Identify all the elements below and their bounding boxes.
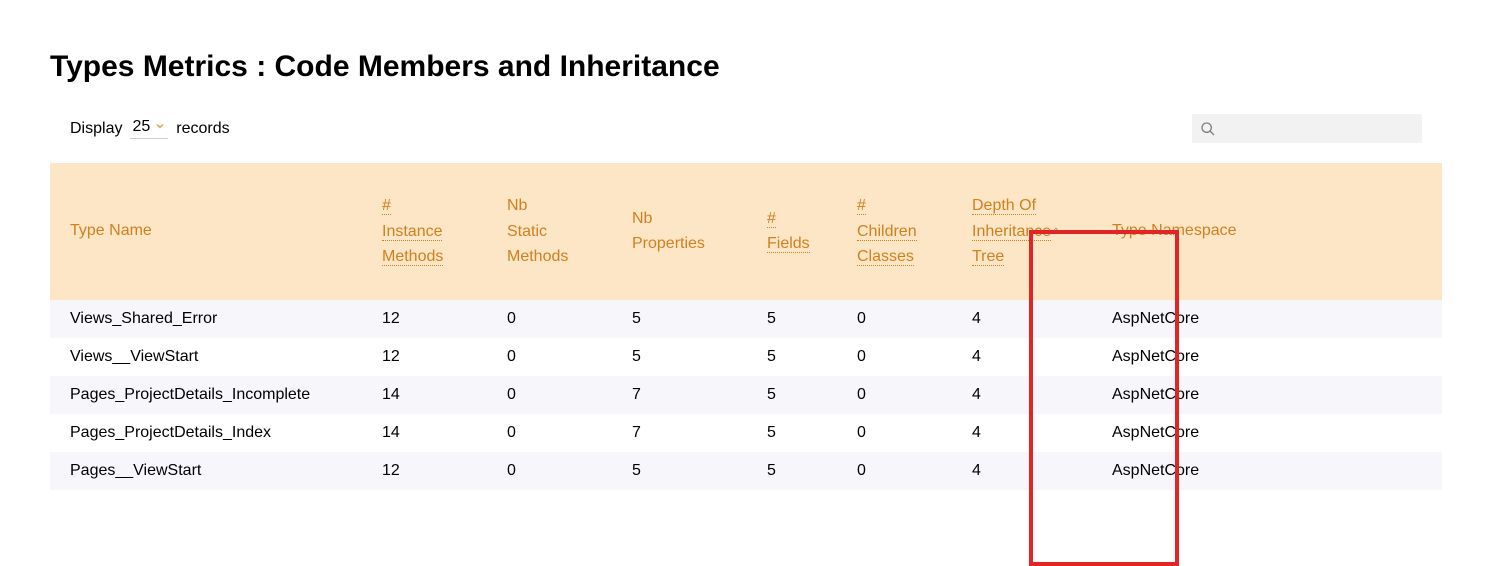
cell-typename: Views_Shared_Error [50,300,370,338]
records-label: records [176,120,229,138]
search-input[interactable] [1222,120,1414,137]
header-depth-l2: Inheritance [972,223,1051,241]
header-depth-l3: Tree [972,248,1004,266]
header-fields[interactable]: # Fields [755,163,845,300]
cell-depth: 4 [960,414,1100,452]
table-row: Pages__ViewStart 12 0 5 5 0 4 AspNetCore [50,452,1442,490]
cell-props: 7 [620,376,755,414]
cell-namespace: AspNetCore [1100,376,1442,414]
header-instance-l1: # [382,197,391,215]
header-static-l2: Static [507,223,547,240]
cell-children: 0 [845,414,960,452]
cell-depth: 4 [960,376,1100,414]
header-children-classes[interactable]: # Children Classes [845,163,960,300]
cell-static: 0 [495,376,620,414]
header-instance-l2: Instance [382,223,442,241]
cell-instance: 12 [370,338,495,376]
cell-instance: 12 [370,300,495,338]
header-typename[interactable]: Type Name [50,163,370,300]
header-children-l2: Children [857,223,917,241]
search-box[interactable] [1192,114,1422,143]
header-static-l3: Methods [507,248,568,265]
cell-depth: 4 [960,300,1100,338]
header-namespace-label: Type Namespace [1112,222,1237,239]
cell-typename: Pages__ViewStart [50,452,370,490]
table-row: Pages_ProjectDetails_Index 14 0 7 5 0 4 … [50,414,1442,452]
chevron-down-icon [154,120,166,135]
header-instance-l3: Methods [382,248,443,266]
cell-typename: Pages_ProjectDetails_Incomplete [50,376,370,414]
cell-instance: 14 [370,376,495,414]
header-depth-inheritance[interactable]: Depth Of Inheritance^ Tree [960,163,1100,300]
controls-row: Display 25 records [50,114,1442,143]
cell-props: 5 [620,338,755,376]
table-header-row: Type Name # Instance Methods Nb Static M… [50,163,1442,300]
page-size-value: 25 [132,118,150,136]
cell-typename: Views__ViewStart [50,338,370,376]
table-row: Pages_ProjectDetails_Incomplete 14 0 7 5… [50,376,1442,414]
header-namespace[interactable]: Type Namespace [1100,163,1442,300]
header-depth-l1: Depth Of [972,197,1036,215]
page-size-select[interactable]: 25 [130,118,168,139]
cell-fields: 5 [755,338,845,376]
header-fields-l2: Fields [767,235,810,253]
cell-instance: 12 [370,452,495,490]
cell-children: 0 [845,376,960,414]
cell-children: 0 [845,300,960,338]
cell-fields: 5 [755,300,845,338]
cell-props: 5 [620,300,755,338]
cell-instance: 14 [370,414,495,452]
header-instance-methods[interactable]: # Instance Methods [370,163,495,300]
header-props-l1: Nb [632,210,652,227]
page-title: Types Metrics : Code Members and Inherit… [50,50,1442,84]
cell-namespace: AspNetCore [1100,338,1442,376]
cell-fields: 5 [755,414,845,452]
header-fields-l1: # [767,210,776,228]
header-props-l2: Properties [632,235,705,252]
table-row: Views_Shared_Error 12 0 5 5 0 4 AspNetCo… [50,300,1442,338]
cell-static: 0 [495,338,620,376]
cell-static: 0 [495,300,620,338]
cell-props: 5 [620,452,755,490]
header-static-l1: Nb [507,197,527,214]
header-static-methods[interactable]: Nb Static Methods [495,163,620,300]
search-icon [1200,121,1216,137]
metrics-table: Type Name # Instance Methods Nb Static M… [50,163,1442,490]
display-records-control: Display 25 records [70,118,230,139]
header-children-l1: # [857,197,866,215]
cell-children: 0 [845,452,960,490]
cell-depth: 4 [960,452,1100,490]
cell-children: 0 [845,338,960,376]
cell-props: 7 [620,414,755,452]
cell-namespace: AspNetCore [1100,414,1442,452]
header-children-l3: Classes [857,248,914,266]
header-properties[interactable]: Nb Properties [620,163,755,300]
cell-typename: Pages_ProjectDetails_Index [50,414,370,452]
cell-fields: 5 [755,452,845,490]
sort-ascending-icon: ^ [1053,225,1059,239]
cell-namespace: AspNetCore [1100,300,1442,338]
display-label: Display [70,120,122,138]
table-body: Views_Shared_Error 12 0 5 5 0 4 AspNetCo… [50,300,1442,490]
table-row: Views__ViewStart 12 0 5 5 0 4 AspNetCore [50,338,1442,376]
cell-depth: 4 [960,338,1100,376]
cell-static: 0 [495,452,620,490]
header-typename-label: Type Name [70,222,152,239]
cell-namespace: AspNetCore [1100,452,1442,490]
cell-fields: 5 [755,376,845,414]
cell-static: 0 [495,414,620,452]
